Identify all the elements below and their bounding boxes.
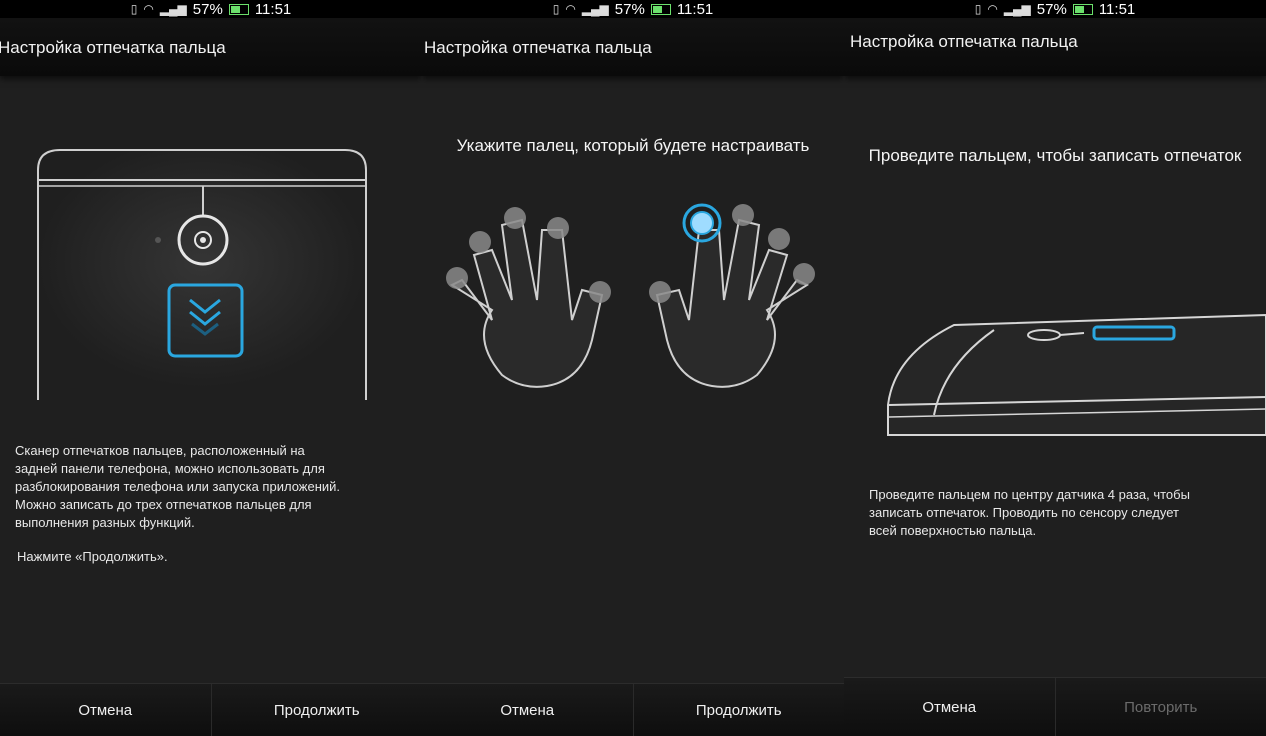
finger-right-ring[interactable]	[768, 228, 790, 250]
battery-percent: 57%	[1036, 0, 1067, 18]
title-bar: Настройка отпечатка пальца	[844, 18, 1266, 76]
phone-side-illustration	[887, 313, 1266, 436]
screen-intro: ▯ ◠ ▂▄▆ 57% 11:51 Настройка отпечатка па…	[0, 0, 422, 736]
vibrate-icon: ▯	[130, 2, 138, 16]
right-hand	[649, 203, 815, 388]
instruction-heading: Укажите палец, который будете настраиват…	[456, 136, 810, 155]
finger-left-middle[interactable]	[504, 207, 526, 229]
bottom-bar: Отмена Продолжить	[0, 683, 422, 736]
continue-button[interactable]: Продолжить	[632, 684, 845, 736]
finger-left-index[interactable]	[547, 217, 569, 239]
description-text: Сканер отпечатков пальцев, расположенный…	[15, 443, 341, 530]
screen-select-finger: ▯ ◠ ▂▄▆ 57% 11:51 Настройка отпечатка па…	[422, 0, 844, 736]
cancel-button[interactable]: Отмена	[0, 684, 211, 736]
bottom-bar: Отмена Продолжить	[422, 683, 844, 736]
page-title: Настройка отпечатка пальца	[424, 38, 652, 57]
status-time: 11:51	[676, 0, 714, 18]
wifi-icon: ◠	[565, 2, 576, 16]
finger-right-middle[interactable]	[732, 204, 754, 226]
status-time: 11:51	[254, 0, 292, 18]
cancel-button[interactable]: Отмена	[422, 684, 633, 736]
battery-icon	[650, 3, 671, 15]
left-hand	[446, 207, 611, 388]
title-bar: Настройка отпечатка пальца	[422, 18, 844, 76]
battery-percent: 57%	[192, 0, 223, 18]
battery-icon	[228, 3, 249, 15]
page-title: Настройка отпечатка пальца	[0, 38, 226, 57]
title-bar: Настройка отпечатка пальца	[0, 18, 422, 76]
wifi-icon: ◠	[143, 2, 154, 16]
battery-percent: 57%	[614, 0, 645, 18]
continue-button[interactable]: Продолжить	[210, 684, 423, 736]
description-text: Проведите пальцем по центру датчика 4 ра…	[869, 487, 1190, 538]
cancel-button[interactable]: Отмена	[844, 678, 1055, 736]
screen-record-fingerprint: ▯ ◠ ▂▄▆ 57% 11:51 Настройка отпечатка па…	[844, 0, 1266, 736]
status-bar: ▯ ◠ ▂▄▆ 57% 11:51	[844, 0, 1266, 18]
page-title: Настройка отпечатка пальца	[850, 32, 1078, 51]
battery-icon	[1072, 3, 1093, 15]
status-bar: ▯ ◠ ▂▄▆ 57% 11:51	[422, 0, 844, 18]
signal-icon: ▂▄▆	[159, 2, 187, 16]
signal-icon: ▂▄▆	[581, 2, 609, 16]
bottom-bar: Отмена Повторить	[844, 677, 1266, 736]
finger-left-pinky[interactable]	[446, 267, 468, 289]
finger-left-thumb[interactable]	[589, 281, 611, 303]
hint-text: Нажмите «Продолжить».	[17, 549, 168, 564]
instruction-heading: Проведите пальцем, чтобы записать отпеча…	[868, 146, 1242, 165]
retry-button[interactable]: Повторить	[1054, 678, 1266, 736]
vibrate-icon: ▯	[974, 2, 982, 16]
wifi-icon: ◠	[987, 2, 998, 16]
finger-right-pinky[interactable]	[793, 263, 815, 285]
hands-illustration	[446, 203, 815, 388]
finger-left-ring[interactable]	[469, 231, 491, 253]
status-bar: ▯ ◠ ▂▄▆ 57% 11:51	[0, 0, 422, 18]
signal-icon: ▂▄▆	[1003, 2, 1031, 16]
phone-back-illustration	[37, 149, 367, 400]
vibrate-icon: ▯	[552, 2, 560, 16]
status-time: 11:51	[1098, 0, 1136, 18]
finger-right-thumb[interactable]	[649, 281, 671, 303]
finger-right-index[interactable]	[690, 211, 714, 235]
